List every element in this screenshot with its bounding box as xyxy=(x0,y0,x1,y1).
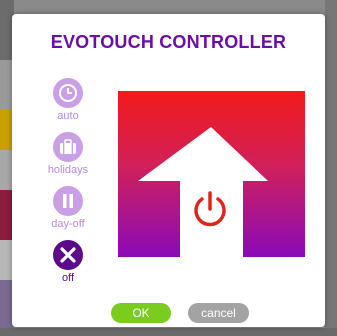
background-edge xyxy=(325,0,337,336)
status-panel xyxy=(118,91,305,257)
suitcase-icon xyxy=(60,139,76,154)
mode-off-circle xyxy=(53,240,83,270)
controller-dialog: EVOTOUCH CONTROLLER auto holidays day-of… xyxy=(12,14,325,327)
mode-auto-label: auto xyxy=(57,110,79,122)
close-icon xyxy=(60,247,76,263)
ok-button[interactable]: OK xyxy=(111,303,171,323)
background-edge xyxy=(0,328,337,336)
mode-day-off-button[interactable]: day-off xyxy=(38,186,98,230)
house-icon xyxy=(138,127,268,257)
mode-holidays-label: holidays xyxy=(47,164,89,176)
mode-off-label: off xyxy=(61,272,75,284)
mode-off-button[interactable]: off xyxy=(38,240,98,284)
mode-holidays-circle xyxy=(53,132,83,162)
mode-day-off-circle xyxy=(53,186,83,216)
power-icon[interactable] xyxy=(188,187,232,231)
mode-auto-button[interactable]: auto xyxy=(38,78,98,122)
mode-day-off-label: day-off xyxy=(51,218,85,230)
mode-auto-circle xyxy=(53,78,83,108)
cancel-button[interactable]: cancel xyxy=(188,303,249,323)
pause-icon xyxy=(63,194,73,208)
mode-holidays-button[interactable]: holidays xyxy=(38,132,98,176)
dialog-title: EVOTOUCH CONTROLLER xyxy=(50,32,287,52)
clock-icon xyxy=(59,84,77,102)
